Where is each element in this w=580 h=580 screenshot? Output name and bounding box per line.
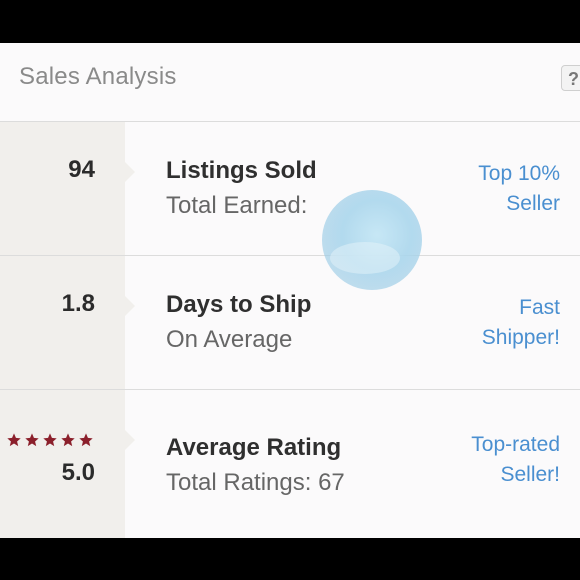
sales-analysis-panel: Sales Analysis ? 94 Listings Sold Total … bbox=[0, 43, 580, 538]
total-ratings-label: Total Ratings: 67 bbox=[166, 469, 345, 496]
star-icon bbox=[61, 433, 75, 447]
star-icon bbox=[43, 433, 57, 447]
badge-line-2: Seller! bbox=[500, 463, 560, 486]
stat-value-cell: 94 bbox=[0, 122, 135, 255]
blurred-overlay-bubble bbox=[322, 190, 422, 290]
badge-line-1: Top 10% bbox=[478, 162, 560, 185]
seller-badge-top-10[interactable]: Top 10% Seller bbox=[430, 159, 560, 219]
listings-sold-title: Listings Sold bbox=[166, 157, 317, 184]
star-icon bbox=[25, 433, 39, 447]
page-title: Sales Analysis bbox=[19, 63, 177, 90]
stat-value-cell: 5.0 bbox=[0, 390, 135, 538]
average-rating-title: Average Rating bbox=[166, 434, 342, 461]
stat-row-average-rating: 5.0 Average Rating Total Ratings: 67 Top… bbox=[0, 390, 580, 538]
total-earned-label: Total Earned: bbox=[166, 192, 308, 219]
stat-row-listings-sold: 94 Listings Sold Total Earned: Top 10% S… bbox=[0, 122, 580, 256]
listings-sold-count: 94 bbox=[68, 156, 95, 183]
badge-line-2: Seller bbox=[506, 192, 560, 215]
stat-row-days-to-ship: 1.8 Days to Ship On Average Fast Shipper… bbox=[0, 256, 580, 390]
star-rating bbox=[6, 432, 94, 448]
days-to-ship-value: 1.8 bbox=[61, 290, 95, 317]
star-icon bbox=[79, 433, 93, 447]
average-rating-value: 5.0 bbox=[61, 459, 95, 486]
badge-line-1: Top-rated bbox=[471, 433, 560, 456]
panel-header: Sales Analysis ? bbox=[0, 43, 580, 122]
fast-shipper-badge[interactable]: Fast Shipper! bbox=[430, 293, 560, 353]
star-icon bbox=[7, 433, 21, 447]
badge-line-2: Shipper! bbox=[481, 326, 560, 349]
on-average-label: On Average bbox=[166, 326, 293, 353]
help-button[interactable]: ? bbox=[561, 65, 580, 91]
top-rated-seller-badge[interactable]: Top-rated Seller! bbox=[430, 430, 560, 490]
badge-line-1: Fast bbox=[519, 296, 560, 319]
days-to-ship-title: Days to Ship bbox=[166, 291, 312, 318]
stat-value-cell: 1.8 bbox=[0, 256, 135, 389]
